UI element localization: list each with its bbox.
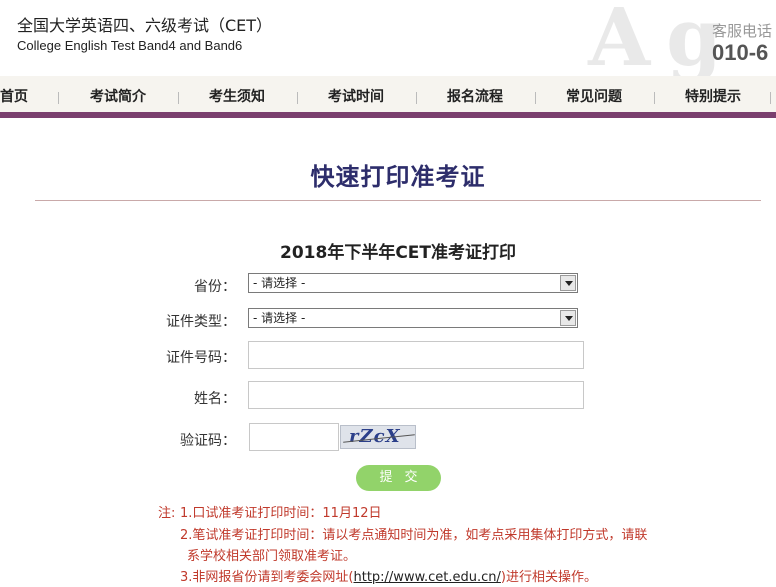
nav-separator bbox=[654, 92, 655, 104]
title-divider bbox=[35, 200, 761, 201]
site-header: A g 全国大学英语四、六级考试（CET） College English Te… bbox=[0, 0, 776, 76]
nav-separator bbox=[770, 92, 771, 104]
hotline-label: 客服电话 bbox=[712, 22, 773, 40]
nav-item-faq[interactable]: 常见问题 bbox=[566, 76, 622, 118]
id-number-label: 证件号码： bbox=[166, 350, 236, 366]
captcha-label: 验证码： bbox=[180, 433, 236, 449]
page-title: 快速打印准考证 bbox=[310, 163, 486, 191]
nav-separator bbox=[297, 92, 298, 104]
main-nav: 首页 考试简介 考生须知 考试时间 报名流程 常见问题 特别提示 bbox=[0, 76, 776, 118]
site-subtitle: College English Test Band4 and Band6 bbox=[17, 38, 243, 53]
province-select[interactable]: - 请选择 - bbox=[248, 273, 578, 293]
id-type-select-value: - 请选择 - bbox=[253, 311, 306, 325]
note-line-2b: 系学校相关部门领取准考证。 bbox=[187, 549, 357, 564]
header-decoration: A g bbox=[588, 0, 722, 76]
province-label: 省份： bbox=[194, 279, 236, 295]
id-type-select[interactable]: - 请选择 - bbox=[248, 308, 578, 328]
nav-separator bbox=[58, 92, 59, 104]
id-type-label: 证件类型： bbox=[166, 314, 236, 330]
name-label: 姓名： bbox=[194, 391, 236, 407]
nav-separator bbox=[416, 92, 417, 104]
nav-item-process[interactable]: 报名流程 bbox=[447, 76, 503, 118]
submit-button[interactable]: 提交 bbox=[356, 465, 441, 491]
captcha-image[interactable]: rZcX bbox=[340, 425, 416, 449]
note-line-3-pre: 3.非网报省份请到考委会网址( bbox=[180, 570, 354, 585]
province-select-value: - 请选择 - bbox=[253, 276, 306, 290]
hotline-number: 010-6 bbox=[712, 40, 769, 65]
nav-separator bbox=[535, 92, 536, 104]
nav-item-schedule[interactable]: 考试时间 bbox=[328, 76, 384, 118]
nav-item-home[interactable]: 首页 bbox=[0, 76, 28, 118]
cet-website-link[interactable]: http://www.cet.edu.cn/ bbox=[353, 570, 500, 585]
nav-item-intro[interactable]: 考试简介 bbox=[90, 76, 146, 118]
nav-item-notice[interactable]: 考生须知 bbox=[209, 76, 265, 118]
chevron-down-icon[interactable] bbox=[560, 310, 576, 326]
site-title: 全国大学英语四、六级考试（CET） bbox=[17, 16, 273, 35]
note-line-3: 3.非网报省份请到考委会网址(http://www.cet.edu.cn/)进行… bbox=[180, 566, 597, 585]
note-line-2a: 2.笔试准考证打印时间：请以考点通知时间为准，如考点采用集体打印方式，请联 bbox=[180, 528, 648, 543]
name-input[interactable] bbox=[248, 381, 584, 409]
note-line-3-post: )进行相关操作。 bbox=[500, 570, 597, 585]
form-title: 2018年下半年CET准考证打印 bbox=[280, 243, 516, 263]
id-number-input[interactable] bbox=[248, 341, 584, 369]
captcha-input[interactable] bbox=[249, 423, 339, 451]
chevron-down-icon[interactable] bbox=[560, 275, 576, 291]
note-line-1: 1.口试准考证打印时间：11月12日 bbox=[180, 506, 382, 521]
notes-prefix: 注: bbox=[158, 506, 176, 521]
nav-item-tips[interactable]: 特别提示 bbox=[685, 76, 741, 118]
nav-separator bbox=[178, 92, 179, 104]
